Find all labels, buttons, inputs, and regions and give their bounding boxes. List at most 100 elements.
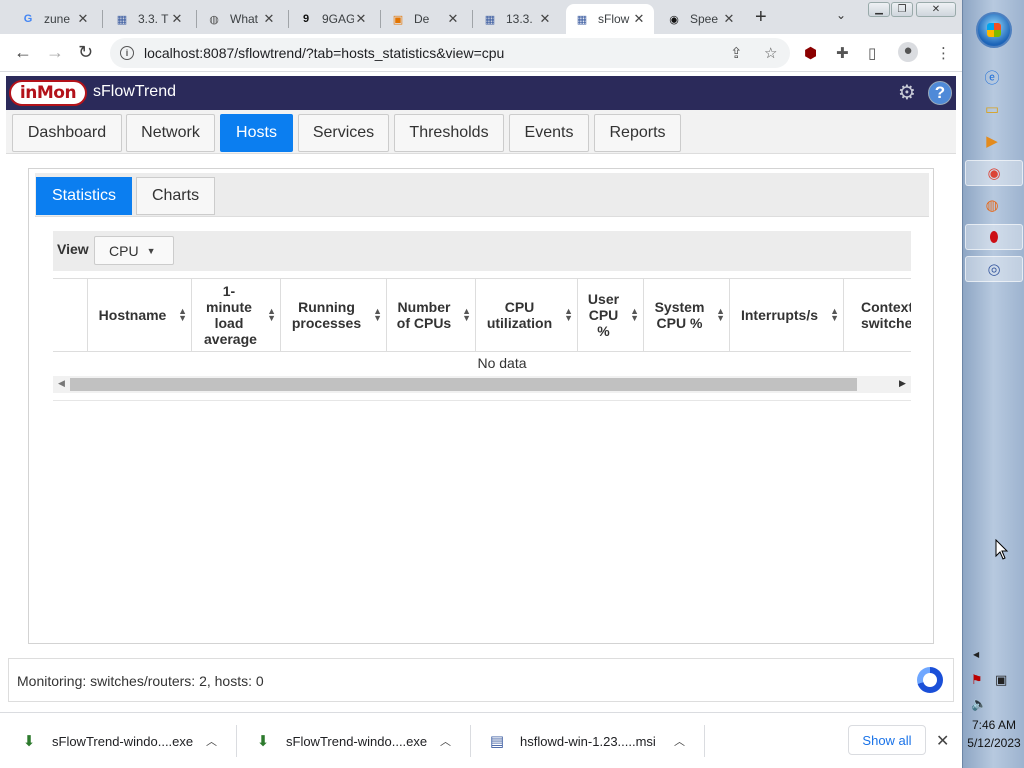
monitoring-status-text: Monitoring: switches/routers: 2, hosts: …	[17, 673, 264, 689]
column-header-cpu-utilization[interactable]: CPU utilization ▲ ▼	[476, 279, 578, 351]
action-center-icon[interactable]: ⚑	[971, 672, 983, 688]
sort-icon[interactable]: ▲ ▼	[267, 307, 276, 323]
close-tab-icon[interactable]: ✕	[446, 11, 460, 27]
scroll-right-arrow-icon[interactable]: ▶	[899, 378, 906, 389]
inmon-logo: inMon	[9, 80, 87, 106]
media-player-icon[interactable]: ▶	[977, 128, 1007, 154]
column-header-select[interactable]	[53, 279, 88, 351]
start-button[interactable]	[976, 12, 1012, 48]
app-taskbar-icon[interactable]: ◎	[965, 256, 1023, 282]
close-tab-icon[interactable]: ✕	[632, 11, 646, 27]
share-icon[interactable]: ⇪	[730, 44, 743, 62]
9gag-icon: 9	[302, 13, 310, 25]
chevron-up-icon[interactable]: ︿	[440, 733, 451, 749]
column-header-number-of-cpus[interactable]: Number of CPUs ▲ ▼	[387, 279, 476, 351]
firefox-icon[interactable]: ◍	[977, 192, 1007, 218]
browser-tab[interactable]: Gzune ✕	[12, 4, 98, 34]
settings-gear-icon[interactable]: ⚙	[896, 82, 918, 104]
minimize-button[interactable]: ▁	[868, 2, 890, 17]
tab-services[interactable]: Services	[298, 114, 389, 152]
tab-separator	[288, 10, 289, 28]
column-header-context-switches[interactable]: Context switches	[844, 279, 911, 351]
column-header-hostname[interactable]: Hostname ▲ ▼	[88, 279, 192, 351]
clock-date[interactable]: 5/12/2023	[963, 736, 1024, 750]
tab-events[interactable]: Events	[509, 114, 589, 152]
help-icon[interactable]: ?	[928, 81, 952, 105]
subtab-charts[interactable]: Charts	[136, 177, 215, 215]
opera-icon[interactable]: ⬮	[965, 224, 1023, 250]
reload-icon[interactable]: ↻	[78, 42, 93, 63]
file-explorer-icon[interactable]: ▭	[977, 96, 1007, 122]
show-all-downloads-button[interactable]: Show all	[848, 725, 926, 755]
forward-arrow-icon[interactable]: →	[46, 42, 64, 63]
back-arrow-icon[interactable]: ←	[14, 42, 32, 63]
sort-icon[interactable]: ▲ ▼	[630, 307, 639, 323]
browser-tab[interactable]: ▦ 3.3. T ✕	[106, 4, 192, 34]
tab-dashboard[interactable]: Dashboard	[12, 114, 122, 152]
new-tab-button[interactable]: +	[755, 6, 767, 29]
close-window-button[interactable]: ✕	[916, 2, 956, 17]
horizontal-scrollbar[interactable]: ◀ ▶	[53, 376, 911, 393]
internet-explorer-icon[interactable]: ⓔ	[977, 64, 1007, 90]
extensions-puzzle-icon[interactable]: ✚	[836, 44, 849, 62]
profile-avatar-icon[interactable]: ●	[898, 42, 918, 62]
show-hidden-icons-arrow-icon[interactable]: ◀	[973, 650, 979, 659]
tab-separator	[380, 10, 381, 28]
restore-button[interactable]: ❐	[891, 2, 913, 17]
close-downloads-icon[interactable]: ✕	[936, 731, 949, 751]
column-header-running-processes[interactable]: Running processes ▲ ▼	[281, 279, 387, 351]
close-tab-icon[interactable]: ✕	[354, 11, 368, 27]
mouse-cursor-icon	[995, 539, 1009, 560]
address-url[interactable]: localhost:8087/sflowtrend/?tab=hosts_sta…	[144, 45, 504, 61]
close-tab-icon[interactable]: ✕	[76, 11, 90, 27]
browser-tab[interactable]: ▦ 13.3. ✕	[474, 4, 560, 34]
downloads-bar: ⬇ sFlowTrend-windo....exe ︿ ⬇ sFlowTrend…	[0, 712, 962, 768]
browser-tab[interactable]: 9 9GAG ✕	[290, 4, 376, 34]
scrollbar-thumb[interactable]	[70, 378, 857, 391]
browser-tab[interactable]: ▦ sFlow ✕	[566, 4, 654, 34]
browser-tab[interactable]: ◉ Spee ✕	[658, 4, 744, 34]
download-item[interactable]: ⬇ sFlowTrend-windo....exe ︿	[20, 713, 232, 768]
sort-icon[interactable]: ▲ ▼	[716, 307, 725, 323]
scroll-left-arrow-icon[interactable]: ◀	[58, 378, 65, 389]
column-header-interrupts[interactable]: Interrupts/s ▲ ▼	[730, 279, 844, 351]
tab-network[interactable]: Network	[126, 114, 215, 152]
column-header-user-cpu[interactable]: User CPU % ▲ ▼	[578, 279, 644, 351]
browser-tab[interactable]: ▣ De ✕	[382, 4, 468, 34]
download-item[interactable]: ▤ hsflowd-win-1.23.....msi ︿	[488, 713, 700, 768]
view-label: View	[57, 241, 89, 257]
sort-icon[interactable]: ▲ ▼	[830, 307, 839, 323]
site-info-icon[interactable]: i	[120, 46, 134, 60]
view-dropdown[interactable]: CPU ▼	[94, 236, 174, 265]
close-tab-icon[interactable]: ✕	[722, 11, 736, 27]
ublock-extension-icon[interactable]: ⬢	[804, 44, 817, 62]
subtab-statistics[interactable]: Statistics	[36, 177, 132, 215]
bookmark-star-icon[interactable]: ☆	[764, 44, 777, 62]
sort-icon[interactable]: ▲ ▼	[373, 307, 382, 323]
column-header-load-average[interactable]: 1-minute load average ▲ ▼	[192, 279, 281, 351]
msi-file-icon: ▤	[489, 733, 505, 750]
tab-reports[interactable]: Reports	[594, 114, 681, 152]
sub-tab-bar: Statistics Charts	[35, 173, 929, 217]
sort-icon[interactable]: ▲ ▼	[462, 307, 471, 323]
close-tab-icon[interactable]: ✕	[538, 11, 552, 27]
close-tab-icon[interactable]: ✕	[170, 11, 184, 27]
side-panel-icon[interactable]: ▯	[868, 44, 876, 62]
address-bar[interactable]: i localhost:8087/sflowtrend/?tab=hosts_s…	[110, 38, 790, 68]
sort-icon[interactable]: ▲ ▼	[178, 307, 187, 323]
chevron-up-icon[interactable]: ︿	[674, 733, 685, 749]
browser-tab[interactable]: ◍ What ✕	[198, 4, 284, 34]
clock-time[interactable]: 7:46 AM	[963, 718, 1024, 732]
browser-menu-icon[interactable]: ⋮	[936, 44, 951, 62]
close-tab-icon[interactable]: ✕	[262, 11, 276, 27]
tab-search-chevron-icon[interactable]: ⌄	[836, 8, 846, 22]
network-icon[interactable]: ▣	[995, 672, 1007, 688]
download-item[interactable]: ⬇ sFlowTrend-windo....exe ︿	[254, 713, 466, 768]
tab-hosts[interactable]: Hosts	[220, 114, 293, 152]
tab-thresholds[interactable]: Thresholds	[394, 114, 504, 152]
chevron-up-icon[interactable]: ︿	[206, 733, 217, 749]
column-header-system-cpu[interactable]: System CPU % ▲ ▼	[644, 279, 730, 351]
chrome-taskbar-icon[interactable]: ◉	[965, 160, 1023, 186]
sort-icon[interactable]: ▲ ▼	[564, 307, 573, 323]
volume-icon[interactable]: 🔈	[971, 696, 987, 712]
